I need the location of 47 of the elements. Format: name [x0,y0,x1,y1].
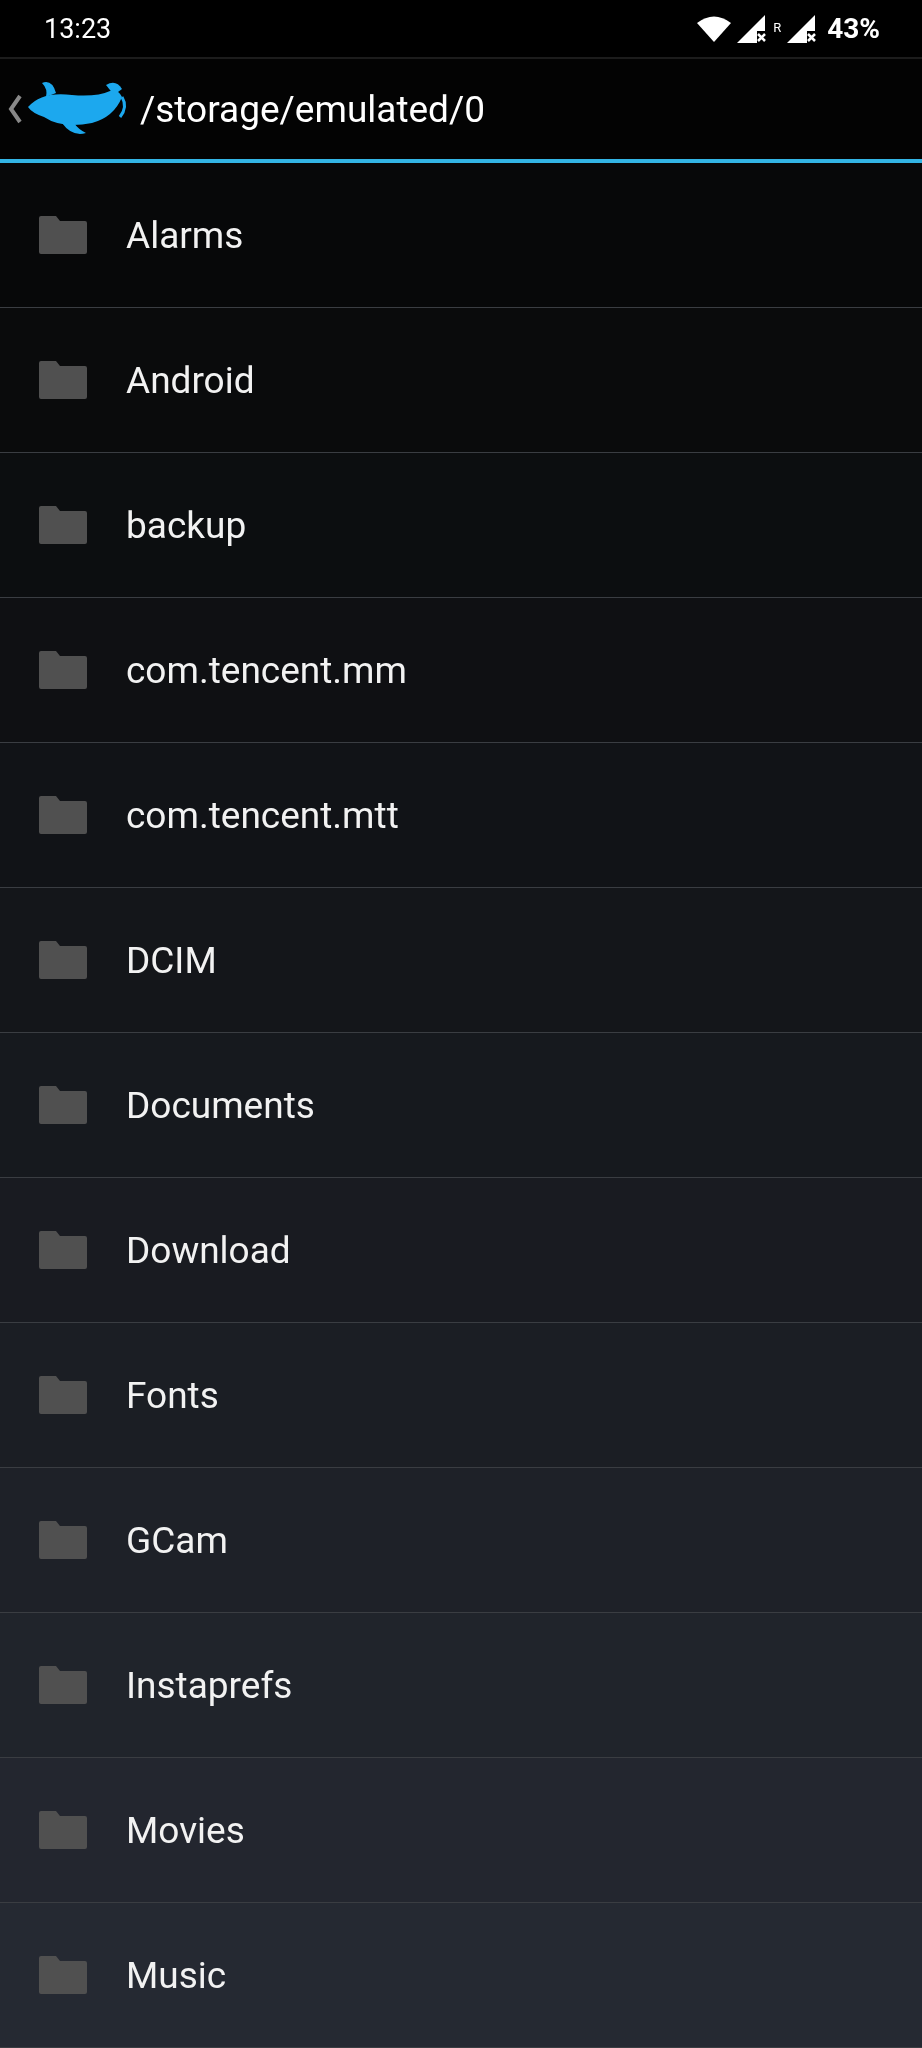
folder-icon [38,651,88,689]
folder-name: backup [126,503,247,547]
folder-name: Fonts [126,1373,219,1417]
folder-row[interactable]: Music [0,1903,922,2048]
back-chevron-icon[interactable] [8,94,22,125]
roaming-indicator: R [773,20,782,36]
folder-icon [38,796,88,834]
wifi-icon [697,15,732,42]
folder-name: Documents [126,1083,315,1127]
folder-name: com.tencent.mtt [126,793,399,837]
folder-icon [38,1521,88,1559]
folder-row[interactable]: com.tencent.mtt [0,743,922,888]
folder-icon [38,1666,88,1704]
folder-icon [38,941,88,979]
folder-name: Movies [126,1808,245,1852]
folder-icon [38,361,88,399]
folder-icon [38,506,88,544]
folder-name: Download [126,1228,291,1272]
folder-row[interactable]: backup [0,453,922,598]
folder-name: Alarms [126,213,244,257]
folder-icon [38,1231,88,1269]
folder-name: GCam [126,1518,228,1562]
folder-row[interactable]: Download [0,1178,922,1323]
folder-row[interactable]: Alarms [0,163,922,308]
battery-level: 43% [827,12,880,46]
current-path: /storage/emulated/0 [140,87,486,131]
folder-name: Instaprefs [126,1663,293,1707]
folder-row[interactable]: com.tencent.mm [0,598,922,743]
folder-row[interactable]: Android [0,308,922,453]
folder-row[interactable]: Instaprefs [0,1613,922,1758]
folder-row[interactable]: Fonts [0,1323,922,1468]
folder-icon [38,1376,88,1414]
folder-icon [38,1811,88,1849]
folder-name: com.tencent.mm [126,648,407,692]
folder-icon [38,1956,88,1994]
folder-name: Android [126,358,255,402]
folder-name: Music [126,1953,227,1997]
folder-row[interactable]: GCam [0,1468,922,1613]
folder-name: DCIM [126,938,217,982]
folder-row[interactable]: DCIM [0,888,922,1033]
folder-row[interactable]: Movies [0,1758,922,1903]
signal-icon [787,14,818,43]
folder-row[interactable]: Documents [0,1033,922,1178]
signal-icon [737,14,768,43]
folder-icon [38,1086,88,1124]
folder-icon [38,216,88,254]
clock: 13:23 [44,12,113,45]
